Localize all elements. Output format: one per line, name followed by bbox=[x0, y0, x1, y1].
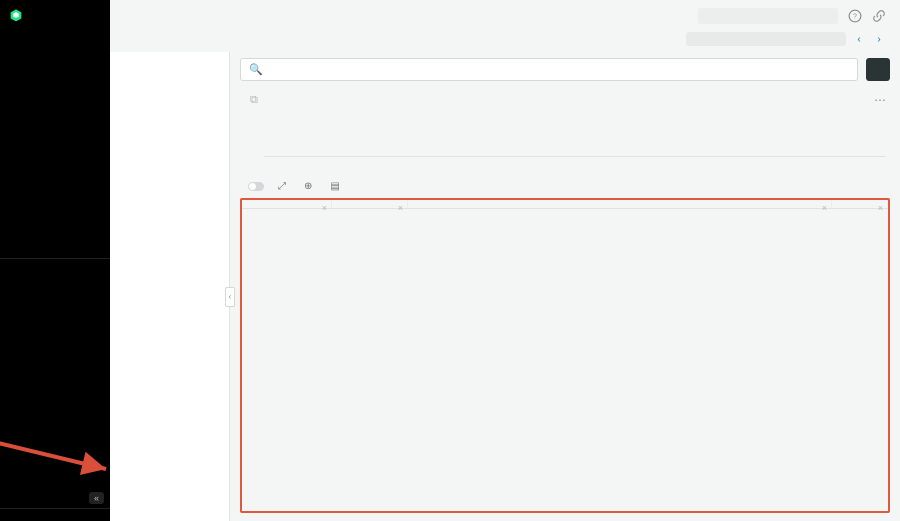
footer-hint bbox=[0, 508, 110, 521]
logs-table: × × × × bbox=[240, 198, 890, 513]
panel-heading-manage bbox=[110, 76, 229, 84]
panel-heading-views bbox=[110, 92, 229, 100]
svg-text:?: ? bbox=[853, 13, 857, 20]
toggle-icon bbox=[248, 182, 264, 191]
remove-col-icon[interactable]: × bbox=[822, 203, 827, 213]
expand-table-button[interactable]: ⤢ bbox=[278, 181, 290, 192]
collapse-sidebar-button[interactable]: « bbox=[89, 492, 104, 504]
search-input[interactable] bbox=[269, 64, 849, 75]
expand-logs-button[interactable] bbox=[244, 182, 264, 191]
dashboard-icon: ▤ bbox=[330, 181, 339, 192]
content: 🔍 ⧉ ⋯ bbox=[230, 52, 900, 521]
share-icon[interactable] bbox=[872, 9, 886, 23]
time-picker[interactable] bbox=[686, 32, 846, 46]
remove-col-icon[interactable]: × bbox=[322, 203, 327, 213]
time-next-button[interactable]: › bbox=[872, 32, 886, 46]
expand-icon: ⤢ bbox=[278, 181, 286, 192]
plus-icon: ⊕ bbox=[304, 181, 312, 192]
brand[interactable] bbox=[0, 0, 110, 28]
nav-primary bbox=[0, 28, 110, 258]
col-message[interactable]: × bbox=[408, 200, 832, 208]
add-to-dashboard-button[interactable]: ▤ bbox=[330, 181, 343, 192]
main: ? ‹ › ‹ 🔍 ⧉ bbox=[110, 0, 900, 521]
nav-bottom bbox=[0, 258, 110, 489]
more-menu-icon[interactable]: ⋯ bbox=[874, 93, 886, 107]
logs-histogram-chart[interactable] bbox=[264, 115, 886, 175]
search-box[interactable]: 🔍 bbox=[240, 58, 858, 81]
newrelic-logo-icon bbox=[8, 8, 24, 24]
remove-col-icon[interactable]: × bbox=[398, 203, 403, 213]
subheader: ‹ › bbox=[110, 32, 900, 52]
time-prev-button[interactable]: ‹ bbox=[852, 32, 866, 46]
search-icon: 🔍 bbox=[249, 63, 263, 76]
sidebar-collapse: « bbox=[0, 488, 110, 508]
panel-collapse-button[interactable]: ‹ bbox=[225, 287, 235, 307]
add-column-button[interactable]: ⊕ bbox=[304, 181, 316, 192]
copy-icon[interactable]: ⧉ bbox=[250, 94, 258, 107]
header: ? bbox=[110, 0, 900, 32]
table-header: × × × × bbox=[242, 200, 888, 209]
query-logs-button[interactable] bbox=[866, 58, 890, 81]
left-panel: ‹ bbox=[110, 52, 230, 521]
col-timestamp[interactable]: × bbox=[242, 200, 332, 208]
col-source[interactable]: × bbox=[832, 200, 888, 208]
table-toolbar: ⤢ ⊕ ▤ bbox=[240, 177, 890, 198]
panel-heading-yourlogs bbox=[110, 60, 229, 68]
col-logtype[interactable]: × bbox=[332, 200, 408, 208]
help-icon[interactable]: ? bbox=[848, 9, 862, 23]
remove-col-icon[interactable]: × bbox=[878, 203, 883, 213]
account-picker[interactable] bbox=[698, 8, 838, 24]
table-body[interactable] bbox=[242, 209, 888, 511]
sidebar: « bbox=[0, 0, 110, 521]
